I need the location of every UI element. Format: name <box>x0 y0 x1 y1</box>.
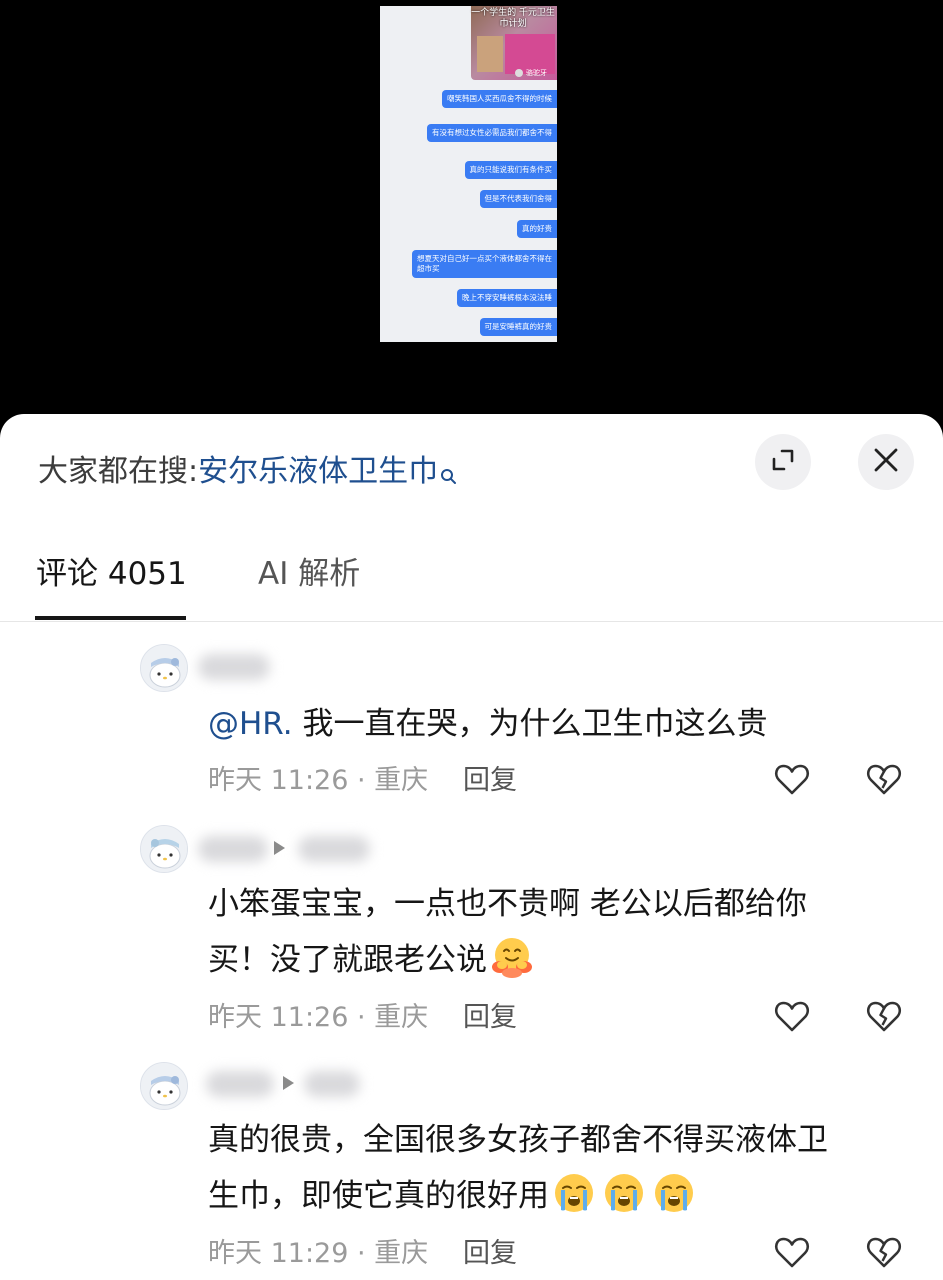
video-player[interactable]: 一个学生的 千元卫生巾计划 骆驼牙 嘲笑韩国人买西瓜舍不得的时候 有没有想过女性… <box>0 0 943 430</box>
comment-text: 真的很贵，全国很多女孩子都舍不得买液体卫 生巾，即使它真的很好用 <box>208 1122 828 1216</box>
comment-meta: 昨天 11:26 · 重庆 <box>208 765 429 796</box>
expand-icon <box>768 445 798 479</box>
close-button[interactable] <box>858 434 914 490</box>
user-avatar-dot <box>515 69 523 77</box>
heart-icon[interactable] <box>772 996 812 1036</box>
heart-icon[interactable] <box>772 1232 812 1272</box>
reply-button[interactable]: 回复 <box>463 1000 517 1036</box>
chat-bubble: 晚上不穿安睡裤根本没法睡 <box>457 289 557 307</box>
close-icon <box>871 445 901 479</box>
video-inset-caption: 一个学生的 千元卫生巾计划 <box>471 8 555 29</box>
chat-bubble: 可是安睡裤真的好贵 <box>479 318 557 336</box>
avatar[interactable] <box>140 644 188 692</box>
broken-heart-icon[interactable] <box>864 996 904 1036</box>
expand-button[interactable] <box>755 434 811 490</box>
avatar[interactable] <box>140 825 188 873</box>
tab-comments[interactable]: 评论 4051 <box>36 554 187 594</box>
reply-target-blurred[interactable] <box>304 1071 360 1097</box>
avatar[interactable] <box>140 1062 188 1110</box>
chat-bubble: 真的只能说我们有条件买 <box>464 161 557 179</box>
username-blurred[interactable] <box>198 836 268 862</box>
video-frame[interactable]: 一个学生的 千元卫生巾计划 骆驼牙 嘲笑韩国人买西瓜舍不得的时候 有没有想过女性… <box>380 6 557 342</box>
chat-bubble: 但是不代表我们舍得 <box>479 190 557 208</box>
chat-bubble: 嘲笑韩国人买西瓜舍不得的时候 <box>442 90 557 108</box>
chat-bubble: 想夏天对自己好一点买个液体都舍不得在超市买 <box>412 250 557 278</box>
hugging-face-emoji <box>489 934 535 980</box>
tab-ai-analysis[interactable]: AI 解析 <box>258 554 360 594</box>
chat-bubble: 有没有想过女性必需品我们都舍不得 <box>427 124 557 142</box>
reply-target-blurred[interactable] <box>298 836 370 862</box>
loudly-crying-face-emoji <box>601 1170 647 1216</box>
search-icon <box>440 456 457 484</box>
broken-heart-icon[interactable] <box>864 1232 904 1272</box>
comment-text: 小笨蛋宝宝，一点也不贵啊 老公以后都给你 买！没了就跟老公说 <box>208 886 807 980</box>
loudly-crying-face-emoji <box>651 1170 697 1216</box>
comment-sheet: 大家都在搜: 安尔乐液体卫生巾 评论 4051 AI 解析 @HR. 我一直在哭… <box>0 414 943 1280</box>
heart-icon[interactable] <box>772 759 812 799</box>
trending-search[interactable]: 大家都在搜: 安尔乐液体卫生巾 <box>38 452 457 492</box>
loudly-crying-face-emoji <box>551 1170 597 1216</box>
trending-search-label: 大家都在搜: <box>38 454 199 489</box>
reply-button[interactable]: 回复 <box>463 763 517 799</box>
video-inset-user: 骆驼牙 <box>515 68 547 78</box>
username-blurred[interactable] <box>198 654 270 680</box>
active-tab-indicator <box>35 616 186 620</box>
chat-bubble: 真的好贵 <box>517 220 557 238</box>
comment-meta: 昨天 11:29 · 重庆 <box>208 1238 429 1269</box>
tab-bar: 评论 4051 AI 解析 <box>0 544 943 622</box>
username-blurred[interactable] <box>206 1071 274 1097</box>
comment-meta: 昨天 11:26 · 重庆 <box>208 1002 429 1033</box>
reply-to-arrow-icon <box>283 1076 294 1090</box>
trending-search-term[interactable]: 安尔乐液体卫生巾 <box>198 452 438 492</box>
reply-to-arrow-icon <box>274 841 285 855</box>
comment-text: @HR. 我一直在哭，为什么卫生巾这么贵 <box>208 706 768 742</box>
mention-link[interactable]: @HR. <box>208 706 293 742</box>
reply-button[interactable]: 回复 <box>463 1236 517 1272</box>
broken-heart-icon[interactable] <box>864 759 904 799</box>
